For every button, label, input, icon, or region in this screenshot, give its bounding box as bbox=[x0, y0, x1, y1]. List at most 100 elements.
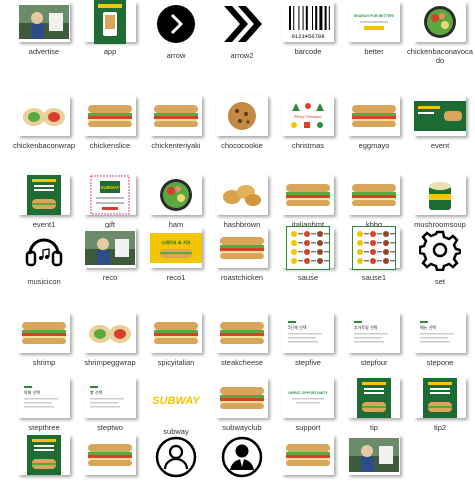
file-item[interactable]: tip2 bbox=[406, 378, 474, 432]
file-item[interactable]: 0123456789 barcode bbox=[274, 2, 342, 56]
step-title-text: 빵 선택 bbox=[90, 389, 103, 395]
file-item[interactable]: 5단계 선택 stepfive bbox=[274, 313, 342, 367]
file-item[interactable]: subwayclub bbox=[208, 378, 276, 432]
file-grid: advertise app arrow arrow2 0123456789 barcode… bbox=[0, 0, 475, 497]
file-name-label: advertise bbox=[28, 47, 60, 56]
sandwich-thumb bbox=[282, 175, 334, 215]
banner-text: 스테이크 & 치즈 bbox=[161, 239, 191, 246]
sandwich-thumb bbox=[282, 435, 334, 475]
file-item[interactable]: chickenbaconavocado bbox=[406, 2, 474, 65]
file-name-label: event bbox=[430, 141, 450, 150]
file-item[interactable]: sause bbox=[274, 226, 342, 282]
step-doc-thumb: 추가토핑 선택 bbox=[348, 313, 400, 353]
file-item[interactable]: shrimpeggwrap bbox=[76, 313, 144, 367]
file-item[interactable]: tip bbox=[340, 378, 408, 432]
hashbrown-thumb bbox=[216, 175, 268, 215]
green-poster-thumb bbox=[18, 435, 70, 475]
file-item[interactable]: eggmayo bbox=[340, 96, 408, 150]
file-name-label: sause bbox=[297, 273, 318, 282]
step-title-text: 추가토핑 선택 bbox=[354, 324, 378, 330]
file-item[interactable]: Merry Christmas christmas bbox=[274, 96, 342, 150]
file-item[interactable]: musicicon bbox=[10, 228, 78, 286]
file-name-label: steptwo bbox=[97, 423, 123, 432]
file-name-label: sause1 bbox=[361, 273, 387, 282]
sandwich-thumb bbox=[84, 435, 136, 475]
green-poster-thumb bbox=[348, 378, 400, 418]
file-item[interactable]: event1 bbox=[10, 175, 78, 229]
file-name-label: stepfour bbox=[360, 358, 388, 367]
file-name-label: shrimp bbox=[32, 358, 56, 367]
file-name-label: reco bbox=[102, 273, 118, 282]
file-item[interactable]: 야채 선택 stepthree bbox=[10, 378, 78, 432]
step-title-text: 야채 선택 bbox=[24, 389, 40, 395]
file-name-label: chickenteriyaki bbox=[151, 141, 201, 150]
file-item[interactable]: sause1 bbox=[340, 226, 408, 282]
file-item[interactable]: app bbox=[76, 0, 144, 56]
file-name-label: reco1 bbox=[166, 273, 186, 282]
file-item[interactable]: roastchicken bbox=[208, 228, 276, 282]
file-item[interactable]: shrimp bbox=[10, 313, 78, 367]
photo-thumb bbox=[348, 435, 400, 475]
file-item[interactable]: chickenbaconwrap bbox=[10, 96, 78, 150]
file-item[interactable]: chococookie bbox=[208, 96, 276, 150]
file-item[interactable] bbox=[76, 435, 144, 480]
file-item[interactable] bbox=[340, 435, 408, 480]
file-item[interactable]: ham bbox=[142, 175, 210, 229]
file-name-label: subwayclub bbox=[222, 423, 262, 432]
file-item[interactable]: GREAT OPPORTUNITY support bbox=[274, 378, 342, 432]
sauce-menu-thumb bbox=[282, 226, 334, 270]
step-title-text: 메뉴 선택 bbox=[420, 324, 436, 330]
support-text: GREAT OPPORTUNITY bbox=[288, 391, 328, 395]
file-name-label: tip bbox=[370, 423, 378, 432]
file-item[interactable]: SUBWAY subway bbox=[142, 378, 210, 436]
subway-logo-thumb: SUBWAY bbox=[150, 378, 202, 422]
salad-bowl-thumb bbox=[414, 2, 466, 42]
file-item[interactable]: mushroomsoup bbox=[406, 175, 474, 229]
file-item[interactable]: kbbq bbox=[340, 175, 408, 229]
photo-thumb bbox=[18, 2, 70, 42]
banner-text: SEARCH FOR BETTER! bbox=[354, 14, 394, 18]
file-item[interactable]: SEARCH FOR BETTER! better bbox=[340, 2, 408, 56]
file-item[interactable]: italianbmt bbox=[274, 175, 342, 229]
wrap-thumb bbox=[84, 313, 136, 353]
file-item[interactable]: 메뉴 선택 stepone bbox=[406, 313, 474, 367]
file-item[interactable]: arrow2 bbox=[208, 2, 276, 60]
file-item[interactable]: SUBWAY gift bbox=[76, 175, 144, 229]
file-item[interactable]: set bbox=[406, 228, 474, 286]
app-banner-thumb bbox=[84, 0, 136, 44]
step-title-text: 5단계 선택 bbox=[288, 324, 307, 330]
file-item[interactable] bbox=[10, 435, 78, 480]
step-doc-thumb: 메뉴 선택 bbox=[414, 313, 466, 353]
file-item[interactable]: steakcheese bbox=[208, 313, 276, 367]
file-item[interactable]: event bbox=[406, 96, 474, 150]
file-item[interactable]: advertise bbox=[10, 2, 78, 56]
sandwich-thumb bbox=[150, 96, 202, 136]
sandwich-thumb bbox=[348, 96, 400, 136]
file-item[interactable]: chickenteriyaki bbox=[142, 96, 210, 150]
file-item[interactable] bbox=[274, 435, 342, 480]
file-name-label: shrimpeggwrap bbox=[84, 358, 136, 367]
photo-thumb bbox=[84, 228, 136, 268]
file-name-label: set bbox=[434, 277, 445, 286]
user-circle-icon bbox=[150, 435, 202, 479]
file-item[interactable]: 스테이크 & 치즈 reco1 bbox=[142, 228, 210, 282]
file-item[interactable]: spicyitalian bbox=[142, 313, 210, 367]
file-item[interactable]: arrow bbox=[142, 2, 210, 60]
file-name-label: chickenbaconwrap bbox=[12, 141, 76, 150]
file-item[interactable]: 빵 선택 steptwo bbox=[76, 378, 144, 432]
soup-cup-thumb bbox=[414, 175, 466, 215]
file-name-label: steakcheese bbox=[220, 358, 264, 367]
gift-card-thumb: SUBWAY bbox=[84, 175, 136, 215]
sauce-menu-thumb bbox=[348, 226, 400, 270]
file-item[interactable]: hashbrown bbox=[208, 175, 276, 229]
step-doc-thumb: 빵 선택 bbox=[84, 378, 136, 418]
file-name-label: eggmayo bbox=[358, 141, 390, 150]
file-name-label: arrow bbox=[166, 51, 186, 60]
green-banner-thumb bbox=[414, 96, 466, 136]
file-item[interactable]: chickenslice bbox=[76, 96, 144, 150]
file-item[interactable] bbox=[142, 435, 210, 484]
file-item[interactable] bbox=[208, 435, 276, 484]
file-item[interactable]: 추가토핑 선택 stepfour bbox=[340, 313, 408, 367]
banner-thumb: SEARCH FOR BETTER! bbox=[348, 2, 400, 42]
file-item[interactable]: reco bbox=[76, 228, 144, 282]
